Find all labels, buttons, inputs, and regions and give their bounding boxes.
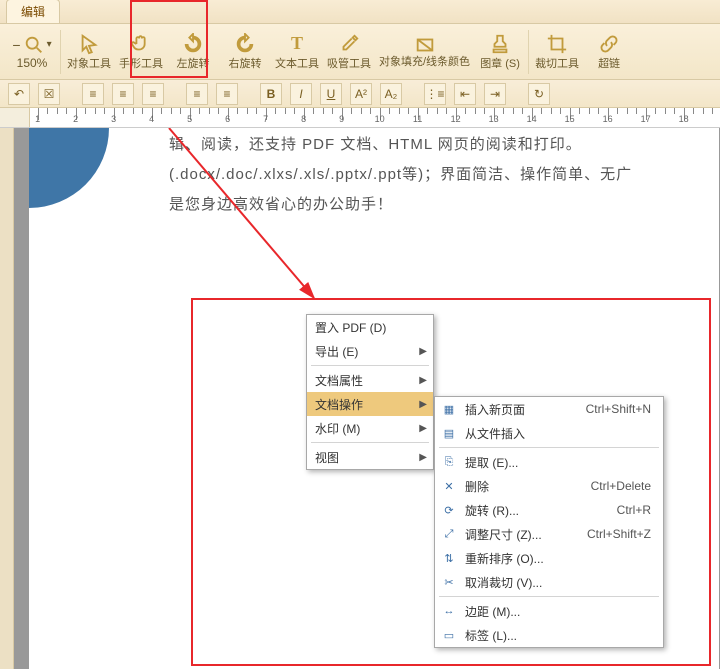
crop-button[interactable]: 裁切工具 (531, 26, 583, 78)
separator (60, 30, 61, 74)
menu-item-icon: ▦ (441, 401, 457, 417)
submenu-item[interactable]: ✕删除Ctrl+Delete (435, 474, 663, 498)
magnifier-icon (23, 34, 45, 56)
menu-item-icon: ⤢ (441, 526, 457, 542)
menu-item[interactable]: 水印 (M)▶ (307, 416, 433, 440)
submenu-item[interactable]: ▤从文件插入 (435, 421, 663, 445)
align-center-button[interactable]: ≡ (112, 83, 134, 105)
object-tool-button[interactable]: 对象工具 (63, 26, 115, 78)
subscript-button[interactable]: A₂ (380, 83, 402, 105)
horizontal-ruler: 123456789101112131415161718 (30, 108, 720, 127)
submenu-item[interactable]: ↔边距 (M)... (435, 599, 663, 623)
tab-bar: 编辑 (0, 0, 720, 24)
outdent-button[interactable]: ⇤ (454, 83, 476, 105)
menu-item[interactable]: 文档属性▶ (307, 368, 433, 392)
stamp-icon (489, 33, 511, 55)
work-area: 辑、阅读，还支持 PDF 文档、HTML 网页的阅读和打印。 (.docx/.d… (0, 128, 720, 669)
format-toolbar: ↶ ☒ ≡ ≡ ≡ ≡ ≡ B I U A² A₂ ⋮≡ ⇤ ⇥ ↻ (0, 80, 720, 108)
menu-item-icon: ✂ (441, 574, 457, 590)
crop-icon (546, 33, 568, 55)
doc-line: 是您身边高效省心的办公助手！ (169, 190, 709, 220)
undo-button[interactable]: ↶ (8, 83, 30, 105)
context-menu[interactable]: 置入 PDF (D)导出 (E)▶ 文档属性▶文档操作▶水印 (M)▶ 视图▶ (306, 314, 434, 470)
submenu-item[interactable]: ⎘提取 (E)... (435, 450, 663, 474)
ribbon-toolbar: − ▾ 150% 对象工具 手形工具 左旋转 右旋转 T 文本工具 吸管工具 对… (0, 24, 720, 80)
align-left2-button[interactable]: ≡ (186, 83, 208, 105)
bold-button[interactable]: B (260, 83, 282, 105)
indent-button[interactable]: ⇥ (484, 83, 506, 105)
submenu-item[interactable]: ⟳旋转 (R)...Ctrl+R (435, 498, 663, 522)
stamp-button[interactable]: 图章 (S) (474, 26, 526, 78)
separator (528, 30, 529, 74)
doc-line: (.docx/.doc/.xlxs/.xls/.pptx/.ppt等)；界面简洁… (169, 160, 709, 190)
ruler-row: 123456789101112131415161718 (0, 108, 720, 128)
page-viewport[interactable]: 辑、阅读，还支持 PDF 文档、HTML 网页的阅读和打印。 (.docx/.d… (14, 128, 720, 669)
blue-corner-shape (29, 128, 109, 208)
menu-item[interactable]: 导出 (E)▶ (307, 339, 433, 363)
tab-edit[interactable]: 编辑 (6, 0, 60, 23)
fill-icon (414, 34, 436, 56)
zoom-control[interactable]: − ▾ 150% (6, 26, 58, 78)
list-button[interactable]: ⋮≡ (424, 83, 446, 105)
context-submenu[interactable]: ▦插入新页面Ctrl+Shift+N▤从文件插入 ⎘提取 (E)...✕删除Ctr… (434, 396, 664, 648)
redo-button[interactable]: ↻ (528, 83, 550, 105)
menu-item-icon: ▭ (441, 627, 457, 643)
doc-line: 辑、阅读，还支持 PDF 文档、HTML 网页的阅读和打印。 (169, 130, 709, 160)
submenu-item[interactable]: ▭标签 (L)... (435, 623, 663, 647)
menu-item-icon: ↔ (441, 603, 457, 619)
menu-item-icon: ⟳ (441, 502, 457, 518)
text-icon: T (286, 33, 308, 55)
menu-item[interactable]: 置入 PDF (D) (307, 315, 433, 339)
pointer-icon (78, 33, 100, 55)
clear-button[interactable]: ☒ (38, 83, 60, 105)
underline-button[interactable]: U (320, 83, 342, 105)
submenu-item[interactable]: ⇅重新排序 (O)... (435, 546, 663, 570)
align-right-button[interactable]: ≡ (142, 83, 164, 105)
align-left-button[interactable]: ≡ (82, 83, 104, 105)
superscript-button[interactable]: A² (350, 83, 372, 105)
eyedropper-button[interactable]: 吸管工具 (323, 26, 375, 78)
submenu-item[interactable]: ▦插入新页面Ctrl+Shift+N (435, 397, 663, 421)
zoom-percent: 150% (17, 56, 48, 70)
fill-stroke-button[interactable]: 对象填充/线条颜色 (375, 26, 474, 78)
menu-item-icon: ▤ (441, 425, 457, 441)
hyperlink-button[interactable]: 超链 (583, 26, 635, 78)
hand-icon (130, 33, 152, 55)
italic-button[interactable]: I (290, 83, 312, 105)
rotate-left-button[interactable]: 左旋转 (167, 26, 219, 78)
menu-item[interactable]: 视图▶ (307, 445, 433, 469)
rotate-right-button[interactable]: 右旋转 (219, 26, 271, 78)
align-just-button[interactable]: ≡ (216, 83, 238, 105)
hand-tool-button[interactable]: 手形工具 (115, 26, 167, 78)
menu-item-icon: ✕ (441, 478, 457, 494)
eyedropper-icon (338, 33, 360, 55)
menu-item-icon: ⇅ (441, 550, 457, 566)
text-tool-button[interactable]: T 文本工具 (271, 26, 323, 78)
document-text: 辑、阅读，还支持 PDF 文档、HTML 网页的阅读和打印。 (.docx/.d… (169, 130, 709, 220)
link-icon (598, 33, 620, 55)
rotate-left-icon (182, 33, 204, 55)
rotate-right-icon (234, 33, 256, 55)
ruler-corner (0, 108, 30, 127)
submenu-item[interactable]: ✂取消裁切 (V)... (435, 570, 663, 594)
vertical-ruler (0, 128, 14, 669)
submenu-item[interactable]: ⤢调整尺寸 (Z)...Ctrl+Shift+Z (435, 522, 663, 546)
menu-item[interactable]: 文档操作▶ (307, 392, 433, 416)
menu-item-icon: ⎘ (441, 454, 457, 470)
